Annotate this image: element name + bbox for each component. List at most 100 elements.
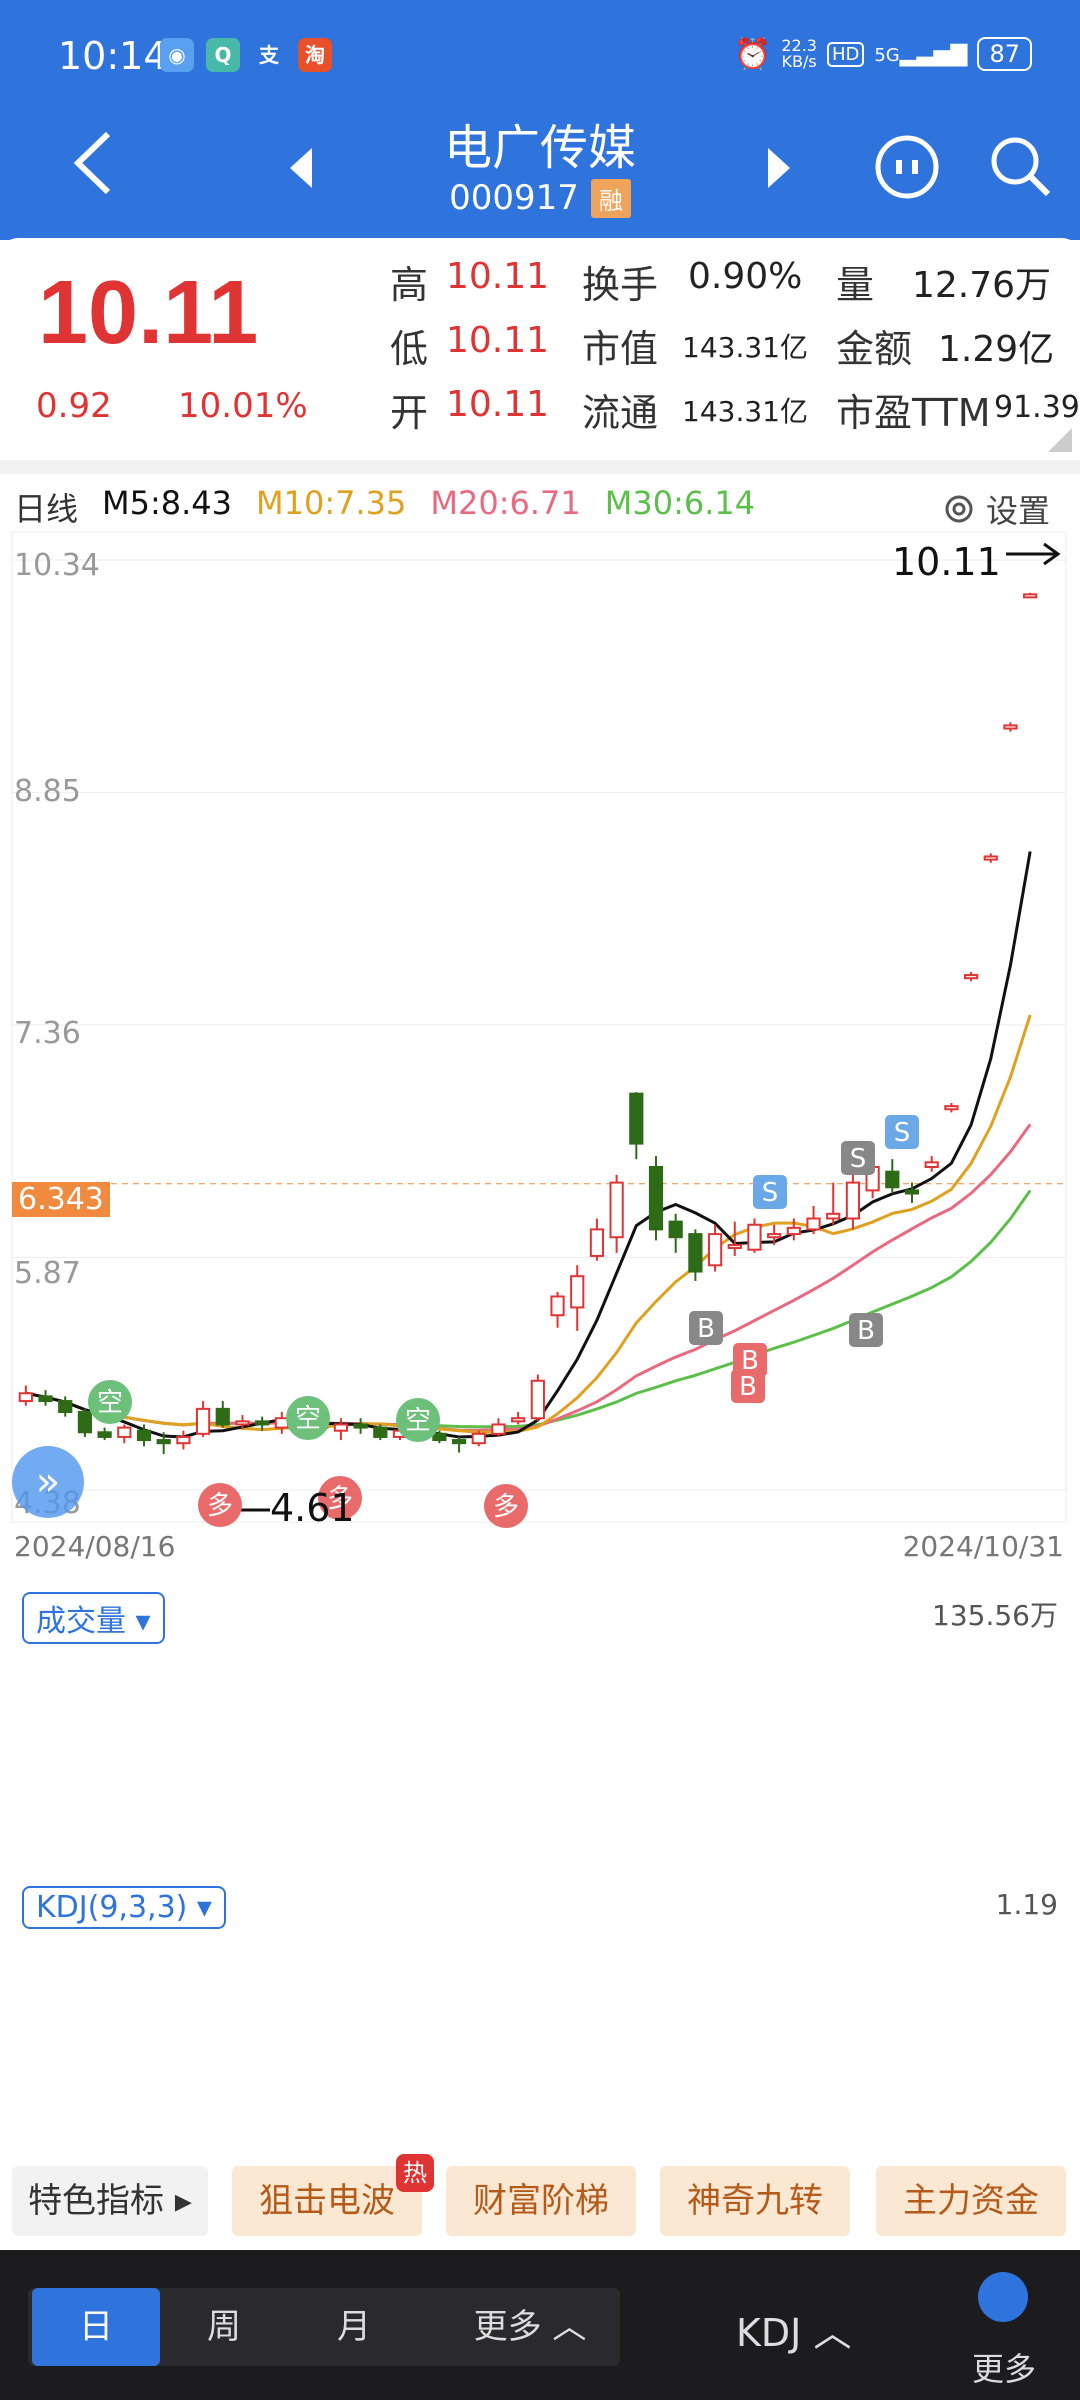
tool-magic-nine[interactable]: 神奇九转 — [660, 2166, 850, 2236]
stat-label: 金额 — [836, 327, 913, 371]
candle-body — [944, 1105, 959, 1111]
stat-value: 143.31亿 — [682, 331, 808, 364]
price-change-pct: 10.01% — [178, 386, 308, 426]
candle-body — [1023, 593, 1038, 599]
y-tick: 7.36 — [14, 1016, 81, 1051]
m30-line — [25, 1189, 1032, 1429]
expand-panel-button[interactable]: » — [12, 1446, 84, 1518]
candle-body — [747, 1223, 762, 1251]
candle-body — [176, 1435, 191, 1445]
period-week-tab[interactable]: 周 — [160, 2288, 288, 2366]
candle-body — [491, 1423, 506, 1435]
candle-body — [648, 1165, 664, 1231]
candle-body — [18, 1392, 33, 1403]
volume-max-label: 135.56万 — [932, 1599, 1058, 1632]
candle-body — [471, 1432, 486, 1445]
stat-value: 143.31亿 — [682, 395, 808, 428]
ma5-label: M5:8.43 — [102, 484, 233, 522]
candle-body — [629, 1092, 644, 1145]
candle-body — [1003, 724, 1018, 730]
signal-duo-text: 多 — [493, 1492, 519, 1522]
stat-value: 12.76万 — [912, 265, 1052, 306]
stat-label: 量 — [836, 263, 875, 307]
more-menu-icon[interactable] — [978, 2272, 1028, 2322]
period-day-tab[interactable]: 日 — [32, 2288, 160, 2366]
ma30-label: M30:6.14 — [604, 484, 756, 522]
candle-body — [707, 1233, 723, 1267]
candle-body — [589, 1228, 605, 1257]
m5-line — [25, 851, 1032, 1439]
last-price: 10.11 — [38, 263, 259, 363]
candle-body — [511, 1417, 526, 1423]
battery-icon: 87 — [977, 37, 1032, 71]
price-pane-frame — [11, 531, 1067, 1523]
candle-body — [885, 1170, 900, 1189]
y-tick: 5.87 — [14, 1256, 81, 1291]
more-menu-label[interactable]: 更多 — [972, 2344, 1036, 2390]
kline-chart[interactable]: 空空 空多多多BBBBSSS — [10, 530, 1070, 1530]
signal-buy-text: B — [739, 1372, 757, 1402]
ma10-label: M10:7.35 — [256, 484, 407, 522]
candle-body — [215, 1407, 230, 1426]
high-price-label: 10.11 — [892, 540, 1001, 584]
stat-label: 低 — [390, 327, 429, 371]
candle-body — [77, 1410, 93, 1434]
taobao-icon: 淘 — [298, 38, 332, 72]
candle-body — [609, 1181, 624, 1239]
signal-duo-text: 多 — [207, 1491, 233, 1521]
y-tick: 8.85 — [14, 774, 81, 809]
low-price-label: 4.61 — [270, 1486, 355, 1530]
signal-sell-text: S — [762, 1178, 779, 1208]
stat-value: 10.11 — [446, 256, 550, 297]
period-month-tab[interactable]: 月 — [290, 2288, 418, 2366]
ma20-label: M20:6.71 — [430, 484, 581, 522]
gear-icon — [945, 495, 973, 523]
app-icon: ◉ — [160, 38, 194, 72]
stat-value: 91.39 — [994, 390, 1080, 425]
special-indicator-button[interactable]: 特色指标 ▸ — [12, 2166, 208, 2236]
settings-button[interactable]: 设置 — [940, 486, 1050, 532]
candle-body — [767, 1233, 782, 1239]
stat-label: 换手 — [582, 263, 659, 307]
candle-body — [845, 1181, 861, 1220]
chat-icon: Q — [206, 38, 240, 72]
status-right: ⏰ 22.3 KB/s HD 5G▂▃▅▇ 87 — [734, 34, 1032, 74]
candle-body — [530, 1379, 545, 1420]
candle-body — [727, 1244, 742, 1250]
tool-main-funds[interactable]: 主力资金 — [876, 2166, 1066, 2236]
candle-body — [904, 1189, 920, 1195]
candle-body — [550, 1295, 565, 1317]
signal-sell-text: S — [894, 1118, 911, 1148]
signal-buy-text: B — [697, 1314, 715, 1344]
candle-body — [983, 855, 998, 861]
alipay-icon: 支 — [259, 43, 279, 67]
stock-code-row: 000917 融 — [0, 178, 1080, 218]
signal-kong-text: 空 — [295, 1404, 321, 1434]
tool-wealth-ladder[interactable]: 财富阶梯 — [446, 2166, 636, 2236]
period-more-tab[interactable]: 更多 ︿ — [440, 2288, 620, 2366]
current-price-tag: 6.343 — [12, 1182, 110, 1217]
candle-body — [826, 1212, 841, 1220]
candle-body — [451, 1439, 467, 1445]
price-change: 0.92 — [36, 386, 112, 426]
stat-value: 10.11 — [446, 384, 550, 425]
volume-indicator-select[interactable]: 成交量 ▾ — [22, 1592, 165, 1644]
y-tick: 10.34 — [14, 548, 100, 583]
signal-icon: 5G▂▃▅▇ — [874, 41, 968, 67]
candle-body — [58, 1400, 73, 1413]
signal-sell-text: S — [850, 1144, 867, 1174]
tool-sniper-wave[interactable]: 狙击电波 — [232, 2166, 422, 2236]
indicator-switch[interactable]: KDJ ︿ — [736, 2302, 851, 2357]
ma-legend: 日线 M5:8.43 M10:7.35 M20:6.71 M30:6.14 — [14, 484, 755, 530]
expand-corner-icon[interactable] — [1048, 428, 1072, 452]
end-date: 2024/10/31 — [902, 1530, 1064, 1563]
candle-body — [963, 974, 979, 980]
kdj-indicator-select[interactable]: KDJ(9,3,3) ▾ — [22, 1886, 226, 1929]
candle-body — [432, 1432, 447, 1442]
divider — [0, 460, 1080, 474]
candle-body — [924, 1161, 939, 1168]
candle-body — [255, 1420, 270, 1426]
kdj-value-label: 1.19 — [995, 1888, 1058, 1921]
candle-body — [688, 1233, 703, 1273]
candle-body — [806, 1217, 821, 1231]
